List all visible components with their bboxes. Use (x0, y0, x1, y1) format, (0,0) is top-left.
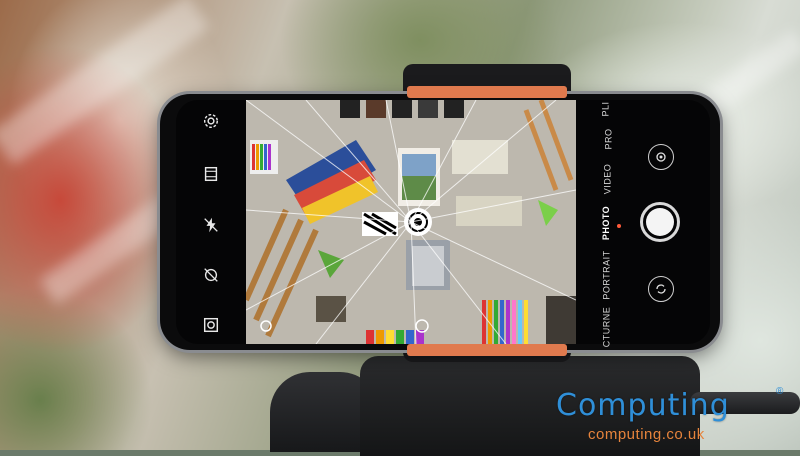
camera-viewfinder[interactable] (246, 100, 576, 344)
mode-partial-bottom[interactable]: CTURNE (601, 307, 611, 348)
settings-icon[interactable] (200, 110, 222, 132)
shutter-inner (646, 208, 674, 236)
watermark-registered: ® (776, 386, 784, 397)
switch-camera-icon[interactable] (648, 276, 674, 302)
mode-portrait[interactable]: PORTRAIT (602, 250, 612, 299)
ai-off-icon[interactable] (200, 264, 222, 286)
watermark-title: Computing (556, 388, 730, 423)
mode-pro[interactable]: PRO (604, 128, 614, 149)
mode-partial-top[interactable]: PLI (601, 101, 611, 116)
mode-video[interactable]: VIDEO (602, 164, 612, 195)
watermark-subtitle: computing.co.uk (588, 426, 705, 443)
filter-icon[interactable] (200, 314, 222, 336)
clamp-pad-bottom (407, 344, 567, 356)
clamp-pad-top (407, 86, 567, 98)
video-ratio-icon[interactable] (200, 163, 222, 185)
viewfinder-scene (246, 100, 576, 344)
gallery-thumbnail-icon[interactable] (648, 144, 674, 170)
mode-photo[interactable]: PHOTO (601, 206, 611, 240)
flash-off-icon[interactable] (200, 214, 222, 236)
active-mode-indicator (617, 224, 621, 228)
shutter-button[interactable] (640, 202, 680, 242)
